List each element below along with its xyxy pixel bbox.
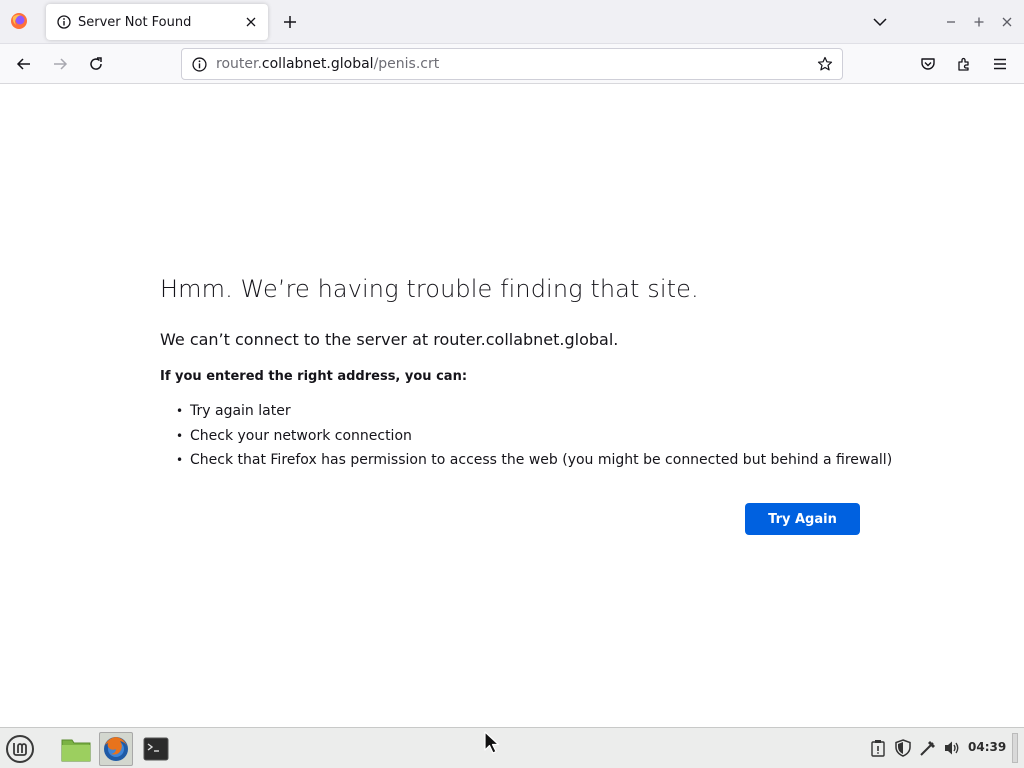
maximize-icon[interactable] [967, 10, 991, 34]
try-again-button[interactable]: Try Again [745, 503, 860, 535]
clock[interactable]: 04:39 [968, 740, 1006, 754]
bullet-icon: • [176, 404, 184, 419]
list-item: • Try again later [176, 399, 892, 424]
show-desktop-button[interactable] [1012, 733, 1018, 763]
bullet-icon: • [176, 428, 184, 443]
url-host: collabnet.global [261, 56, 374, 72]
reload-icon[interactable] [82, 50, 110, 78]
firefox-view-icon[interactable] [8, 10, 30, 32]
url-path: /penis.crt [373, 56, 440, 72]
terminal-icon[interactable] [139, 732, 173, 766]
chevron-down-icon[interactable] [868, 10, 892, 34]
info-icon [56, 14, 72, 30]
tab-strip: Server Not Found [0, 0, 1024, 44]
firefox-icon[interactable] [99, 732, 133, 766]
forward-arrow-icon[interactable] [46, 50, 74, 78]
mouse-cursor-icon [484, 731, 500, 754]
files-icon[interactable] [59, 732, 93, 766]
list-item: • Check your network connection [176, 424, 892, 449]
taskbar: 04:39 [0, 727, 1024, 768]
suggestion-text: Check that Firefox has permission to acc… [190, 452, 893, 469]
tab-active[interactable]: Server Not Found [46, 4, 268, 40]
mint-menu-icon[interactable] [3, 732, 37, 766]
error-suggestions-heading: If you entered the right address, you ca… [160, 369, 468, 384]
new-tab-icon[interactable] [278, 10, 302, 34]
hamburger-menu-icon[interactable] [986, 50, 1014, 78]
bullet-icon: • [176, 453, 184, 468]
error-description: We can’t connect to the server at router… [160, 330, 619, 349]
network-icon[interactable] [918, 738, 938, 758]
suggestion-text: Check your network connection [190, 427, 412, 444]
site-info-icon[interactable] [184, 49, 214, 79]
clipboard-icon[interactable] [868, 738, 888, 758]
extensions-icon[interactable] [950, 50, 978, 78]
navigation-toolbar: router.collabnet.global/penis.crt [0, 44, 1024, 84]
url-prefix: router. [216, 56, 262, 72]
pocket-icon[interactable] [914, 50, 942, 78]
page-content: Hmm. We’re having trouble finding that s… [0, 85, 1024, 727]
bookmark-star-icon[interactable] [810, 49, 840, 79]
url-text[interactable]: router.collabnet.global/penis.crt [216, 56, 810, 72]
minimize-icon[interactable] [939, 10, 963, 34]
shield-icon[interactable] [893, 738, 913, 758]
volume-icon[interactable] [942, 738, 962, 758]
tab-title: Server Not Found [78, 14, 192, 30]
suggestions-list: • Try again later • Check your network con… [176, 399, 892, 473]
list-item: • Check that Firefox has permission to ac… [176, 448, 892, 473]
suggestion-text: Try again later [190, 403, 291, 420]
error-title: Hmm. We’re having trouble finding that s… [160, 275, 699, 303]
close-tab-icon[interactable] [240, 11, 262, 33]
back-arrow-icon[interactable] [10, 50, 38, 78]
address-bar[interactable]: router.collabnet.global/penis.crt [181, 48, 843, 80]
close-window-icon[interactable] [995, 10, 1019, 34]
